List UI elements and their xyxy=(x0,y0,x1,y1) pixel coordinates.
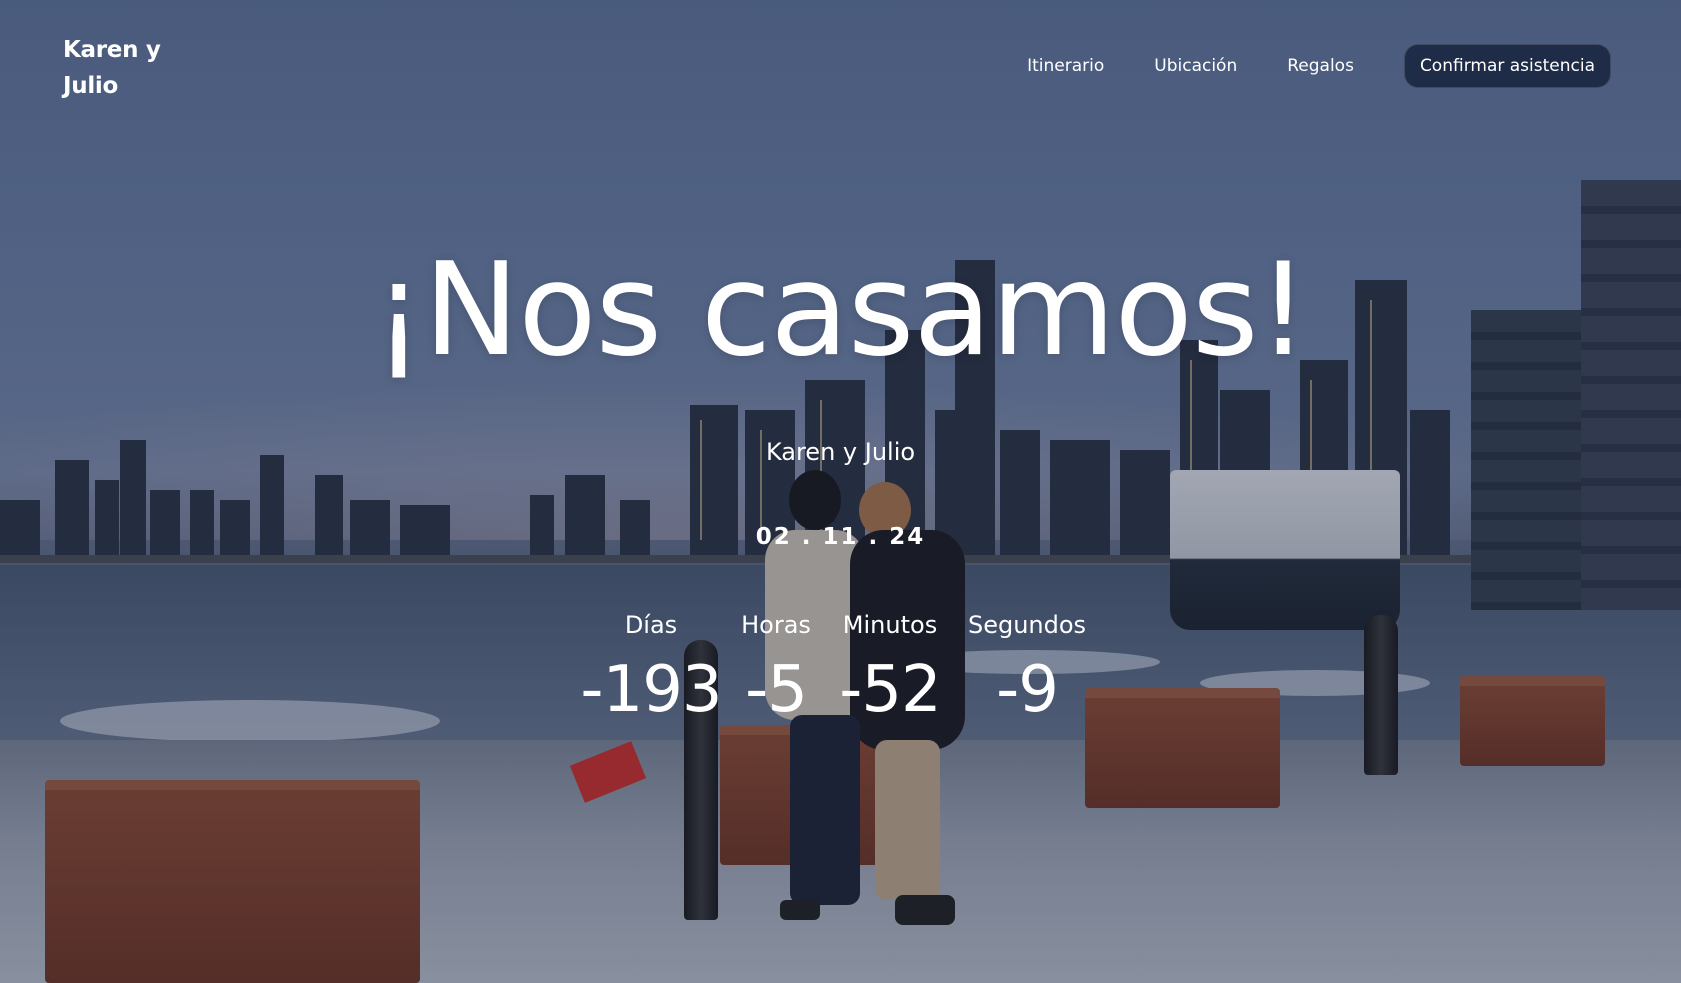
countdown-timer: Días Horas Minutos Segundos -193 -5 -52 … xyxy=(0,608,1681,726)
wedding-date: 02 . 11 . 24 xyxy=(755,524,926,550)
countdown-days-label: Días xyxy=(624,611,678,639)
nav-link-ubicacion[interactable]: Ubicación xyxy=(1154,56,1237,76)
countdown-hours-label: Horas xyxy=(741,611,811,639)
hero-background-photo xyxy=(0,0,1681,983)
hero-title: ¡Nos casamos! xyxy=(373,236,1309,385)
countdown-seconds-label: Segundos xyxy=(967,611,1087,639)
hero-couple-names: Karen y Julio xyxy=(765,438,916,466)
countdown-minutes-label: Minutos xyxy=(842,611,938,639)
countdown-hours-value: -5 xyxy=(745,653,808,727)
confirm-attendance-button[interactable]: Confirmar asistencia xyxy=(1403,44,1611,88)
countdown-seconds-value: -9 xyxy=(996,653,1059,727)
site-header: Karen y Julio Itinerario Ubicación Regal… xyxy=(0,0,1681,140)
countdown-days-value: -193 xyxy=(580,653,722,727)
main-nav: Itinerario Ubicación Regalos Confirmar a… xyxy=(1027,44,1611,88)
nav-link-regalos[interactable]: Regalos xyxy=(1287,56,1354,76)
countdown-minutes-value: -52 xyxy=(839,653,942,727)
brand-logo-text[interactable]: Karen y Julio xyxy=(63,32,183,104)
nav-link-itinerario[interactable]: Itinerario xyxy=(1027,56,1104,76)
